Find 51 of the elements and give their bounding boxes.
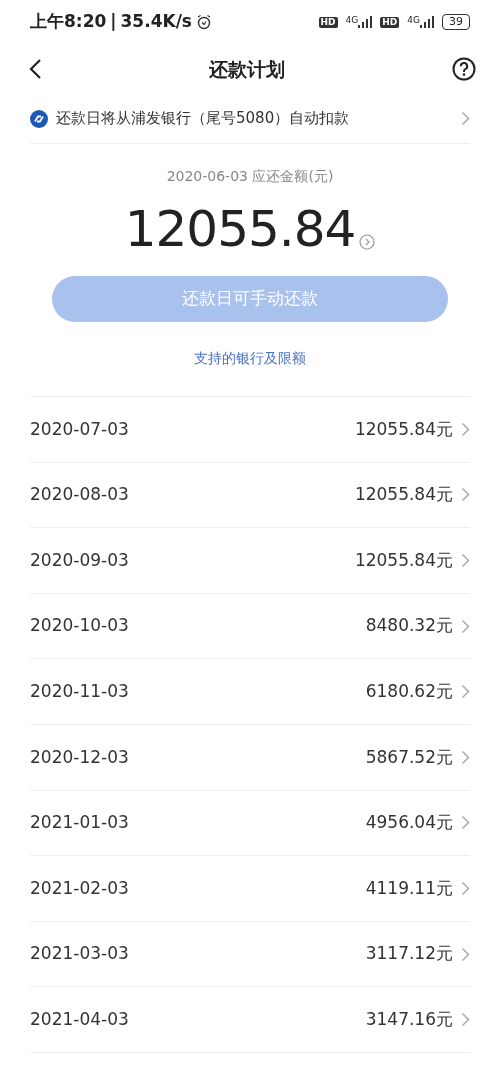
autopay-notice: 还款日将从浦发银行（尾号5080）自动扣款: [56, 108, 350, 130]
installment-amount: 8480.32元: [365, 614, 453, 638]
chevron-right-icon: [461, 553, 470, 568]
installment-amount: 4956.04元: [365, 811, 453, 835]
installment-amount: 5867.52元: [365, 745, 453, 769]
chevron-right-icon: [461, 111, 470, 126]
network-speed: 35.4K/s: [120, 10, 192, 34]
chevron-right-icon: [461, 421, 470, 437]
installment-amount: 4119.11元: [365, 876, 453, 900]
due-amount: 12055.84: [124, 204, 356, 254]
network-type: 4G: [345, 16, 359, 25]
installment-date: 2020-09-03: [30, 548, 129, 572]
supported-banks-link[interactable]: 支持的银行及限额: [194, 348, 306, 369]
due-label: 2020-06-03 应还金额(元): [166, 167, 334, 186]
installment-amount: 6180.62元: [365, 679, 453, 703]
installment-date: 2021-03-03: [30, 942, 129, 966]
installment-date: 2021-01-03: [30, 811, 129, 835]
installment-date: 2021-04-03: [30, 1007, 129, 1031]
chevron-right-icon: [461, 487, 470, 503]
installment-date: 2020-11-03: [30, 679, 129, 703]
battery-level: 39: [442, 14, 470, 30]
bank-logo-icon: [30, 109, 48, 128]
installment-date: 2020-12-03: [30, 745, 129, 769]
network-type: 4G: [407, 16, 420, 25]
chevron-right-icon: [461, 684, 470, 700]
installment-date: 2020-10-03: [30, 614, 129, 638]
installment-amount: 12055.84元: [354, 548, 453, 572]
signal-icon: [358, 16, 373, 28]
status-time: 上午8:20: [30, 10, 107, 34]
chevron-right-icon: [461, 880, 470, 896]
page-title: 还款计划: [209, 56, 285, 82]
signal-icon: [420, 16, 434, 28]
autopay-row[interactable]: 还款日将从浦发银行（尾号5080）自动扣款: [30, 94, 470, 144]
installment-date: 2021-02-03: [30, 876, 129, 900]
chevron-right-icon: [461, 1012, 470, 1028]
chevron-right-icon: [461, 946, 470, 962]
help-button[interactable]: [452, 57, 476, 81]
installment-amount: 12055.84元: [354, 417, 453, 441]
installment-amount: 3117.12元: [365, 942, 453, 966]
chevron-right-icon: [461, 618, 470, 634]
hd-badge: HD: [318, 16, 338, 28]
status-separator: |: [110, 10, 117, 34]
installment-date: 2020-07-03: [30, 417, 129, 441]
chevron-right-icon: [461, 815, 470, 831]
chevron-right-icon: [461, 749, 470, 765]
hd-badge: HD: [380, 16, 400, 28]
installment-amount: 3147.16元: [365, 1007, 453, 1031]
installment-amount: 12055.84元: [354, 483, 453, 507]
alarm-icon: [195, 14, 212, 30]
installment-date: 2020-08-03: [30, 483, 129, 507]
back-button[interactable]: [28, 58, 42, 80]
